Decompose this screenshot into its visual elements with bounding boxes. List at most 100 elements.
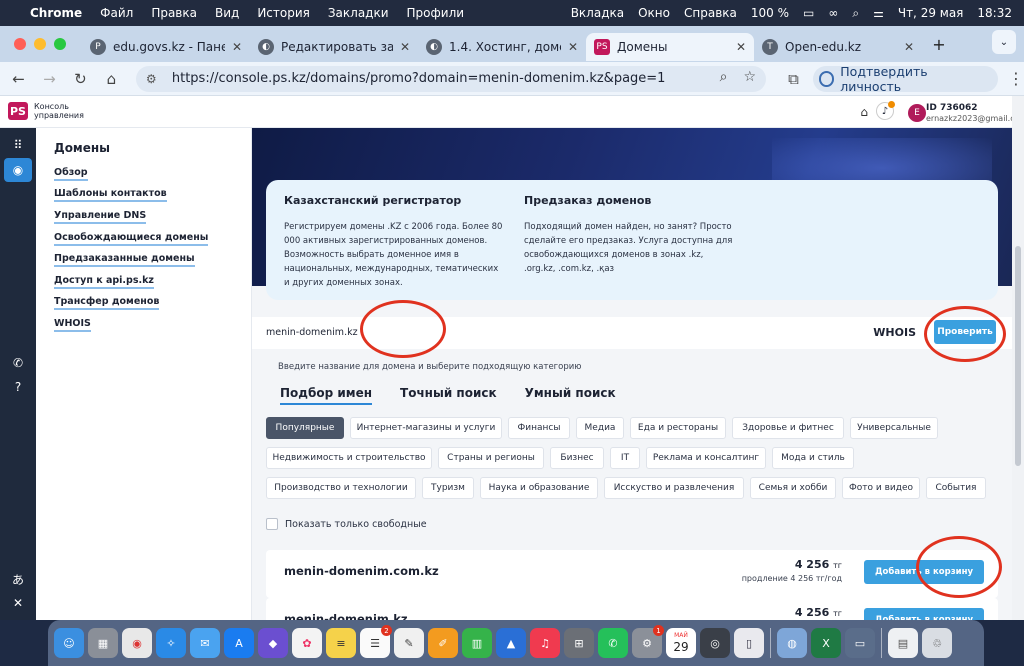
avatar[interactable]: E — [908, 104, 926, 122]
tab-name-selection[interactable]: Подбор имен — [280, 386, 373, 405]
finder-icon[interactable]: ☺ — [54, 628, 84, 658]
category-chip[interactable]: Популярные — [266, 417, 344, 439]
verify-identity-button[interactable]: Подтвердить личность — [812, 64, 999, 94]
trash-icon[interactable]: ♲ — [922, 628, 952, 658]
category-chip[interactable]: Универсальные — [850, 417, 938, 439]
tab-close-icon[interactable]: ✕ — [232, 40, 242, 54]
tab-edu-govs[interactable]: Pedu.govs.kz - Панель упр ✕ — [82, 33, 250, 61]
bookmark-star-icon[interactable]: ☆ — [744, 69, 757, 85]
close-window-button[interactable] — [14, 38, 26, 50]
menu-help[interactable]: Справка — [684, 6, 737, 20]
category-chip[interactable]: Интернет-магазины и услуги — [350, 417, 502, 439]
menu-app[interactable]: Chrome — [30, 6, 82, 20]
domain-search-input[interactable]: menin-domenim.kz — [266, 327, 358, 338]
scrollbar-thumb[interactable] — [1015, 246, 1021, 466]
category-chip[interactable]: Семья и хобби — [750, 477, 836, 499]
sidebar-item-whois[interactable]: WHOIS — [54, 318, 91, 332]
user-id[interactable]: ID 736062 — [926, 103, 1010, 113]
clock-time[interactable]: 18:32 — [977, 6, 1012, 20]
clock-date[interactable]: Чт, 29 мая — [898, 6, 964, 20]
link-icon[interactable]: ∞ — [828, 6, 838, 20]
photos-icon[interactable]: ✿ — [292, 628, 322, 658]
sidebar-item-expiring-domains[interactable]: Освобождающиеся домены — [54, 232, 209, 246]
free-only-checkbox-row[interactable]: Показать только свободные — [266, 518, 427, 530]
cart-icon[interactable]: ⌂ — [860, 105, 868, 119]
sidebar-item-dns[interactable]: Управление DNS — [54, 210, 147, 224]
category-chip[interactable]: Производство и технологии — [266, 477, 416, 499]
tab-domains[interactable]: PS Домены ✕ — [586, 33, 754, 61]
freeform-icon[interactable]: ✎ — [394, 628, 424, 658]
category-chip[interactable]: Наука и образование — [480, 477, 598, 499]
new-tab-button[interactable]: + — [928, 33, 950, 55]
calculator-icon[interactable]: ⊞ — [564, 628, 594, 658]
reload-icon[interactable]: ↻ — [68, 70, 93, 88]
calendar-icon[interactable]: МАЙ 29 — [666, 628, 696, 658]
back-icon[interactable]: ← — [6, 70, 31, 88]
category-chip[interactable]: Исскуство и развлечения — [604, 477, 744, 499]
tools-icon[interactable]: ✕ — [9, 594, 27, 612]
zoom-icon[interactable]: ⌕ — [720, 69, 728, 85]
site-settings-icon[interactable]: ⚙ — [146, 72, 164, 86]
category-chip[interactable]: Еда и рестораны — [630, 417, 726, 439]
category-chip[interactable]: Здоровье и фитнес — [732, 417, 844, 439]
phone-icon[interactable]: ✆ — [9, 354, 27, 372]
shortcuts-icon[interactable]: ◆ — [258, 628, 288, 658]
minimize-window-button[interactable] — [34, 38, 46, 50]
menu-profiles[interactable]: Профили — [407, 6, 465, 20]
category-chip[interactable]: Мода и стиль — [772, 447, 854, 469]
reminders-icon[interactable]: ☰ 2 — [360, 625, 392, 658]
tab-edit-record[interactable]: ◐ Редактировать запись " ✕ — [250, 33, 418, 61]
category-chip[interactable]: События — [926, 477, 986, 499]
launchpad-icon[interactable]: ▦ — [88, 628, 118, 658]
translate-icon[interactable]: あ — [9, 570, 27, 588]
tab-exact-search[interactable]: Точный поиск — [400, 386, 497, 405]
extensions-icon[interactable]: ⧉ — [788, 70, 799, 88]
whois-link[interactable]: WHOIS — [873, 326, 916, 339]
keynote-icon[interactable]: ▲ — [496, 628, 526, 658]
chrome-icon[interactable]: ◉ — [122, 628, 152, 658]
settings-icon[interactable]: ⚙ 1 — [632, 625, 664, 658]
menu-tab[interactable]: Вкладка — [571, 6, 624, 20]
tab-close-icon[interactable]: ✕ — [736, 40, 746, 54]
whatsapp-icon[interactable]: ✆ — [598, 628, 628, 658]
sidebar-item-transfer[interactable]: Трансфер доменов — [54, 296, 160, 310]
forward-icon[interactable]: → — [37, 70, 62, 88]
menu-view[interactable]: Вид — [215, 6, 239, 20]
category-chip[interactable]: IT — [610, 447, 640, 469]
tab-open-edu[interactable]: T Open-edu.kz ✕ — [754, 33, 922, 61]
category-chip[interactable]: Реклама и консалтинг — [646, 447, 766, 469]
podcasts-icon[interactable]: ◍ — [777, 628, 807, 658]
control-center-icon[interactable]: ⚌ — [873, 6, 884, 20]
help-icon[interactable]: ? — [9, 378, 27, 396]
tab-hosting[interactable]: ◐ 1.4. Хостинг, домен жан ✕ — [418, 33, 586, 61]
category-chip[interactable]: Недвижимость и строительство — [266, 447, 432, 469]
menu-window[interactable]: Окно — [638, 6, 670, 20]
category-chip[interactable]: Бизнес — [550, 447, 604, 469]
app-store-icon[interactable]: A — [224, 628, 254, 658]
tab-close-icon[interactable]: ✕ — [568, 40, 578, 54]
numbers-icon[interactable]: ▥ — [462, 628, 492, 658]
quicktime-icon[interactable]: ◎ — [700, 628, 730, 658]
music-icon[interactable]: ♫ — [530, 628, 560, 658]
notes-icon[interactable]: ≡ — [326, 628, 356, 658]
tab-smart-search[interactable]: Умный поиск — [525, 386, 616, 405]
word-doc-icon[interactable]: ▯ — [734, 628, 764, 658]
zoom-window-button[interactable] — [54, 38, 66, 50]
mail-icon[interactable]: ✉ — [190, 628, 220, 658]
page-scrollbar[interactable] — [1012, 96, 1024, 620]
menu-edit[interactable]: Правка — [151, 6, 197, 20]
category-chip[interactable]: Медиа — [576, 417, 624, 439]
category-chip[interactable]: Финансы — [508, 417, 570, 439]
add-to-cart-button[interactable]: Добавить в корзину — [864, 608, 984, 620]
safari-icon[interactable]: ✧ — [156, 628, 186, 658]
downloads-stack-icon[interactable]: ▤ — [888, 628, 918, 658]
tab-close-icon[interactable]: ✕ — [904, 40, 914, 54]
home-icon[interactable]: ⌂ — [99, 70, 124, 88]
notifications-bell-icon[interactable]: ♪ — [876, 101, 895, 120]
sidebar-item-api-access[interactable]: Доступ к api.ps.kz — [54, 275, 154, 289]
category-chip[interactable]: Страны и регионы — [438, 447, 544, 469]
excel-icon[interactable]: X — [811, 628, 841, 658]
apps-grid-icon[interactable]: ⠿ — [9, 136, 27, 154]
sidebar-item-contact-templates[interactable]: Шаблоны контактов — [54, 188, 167, 202]
menu-bookmarks[interactable]: Закладки — [328, 6, 389, 20]
